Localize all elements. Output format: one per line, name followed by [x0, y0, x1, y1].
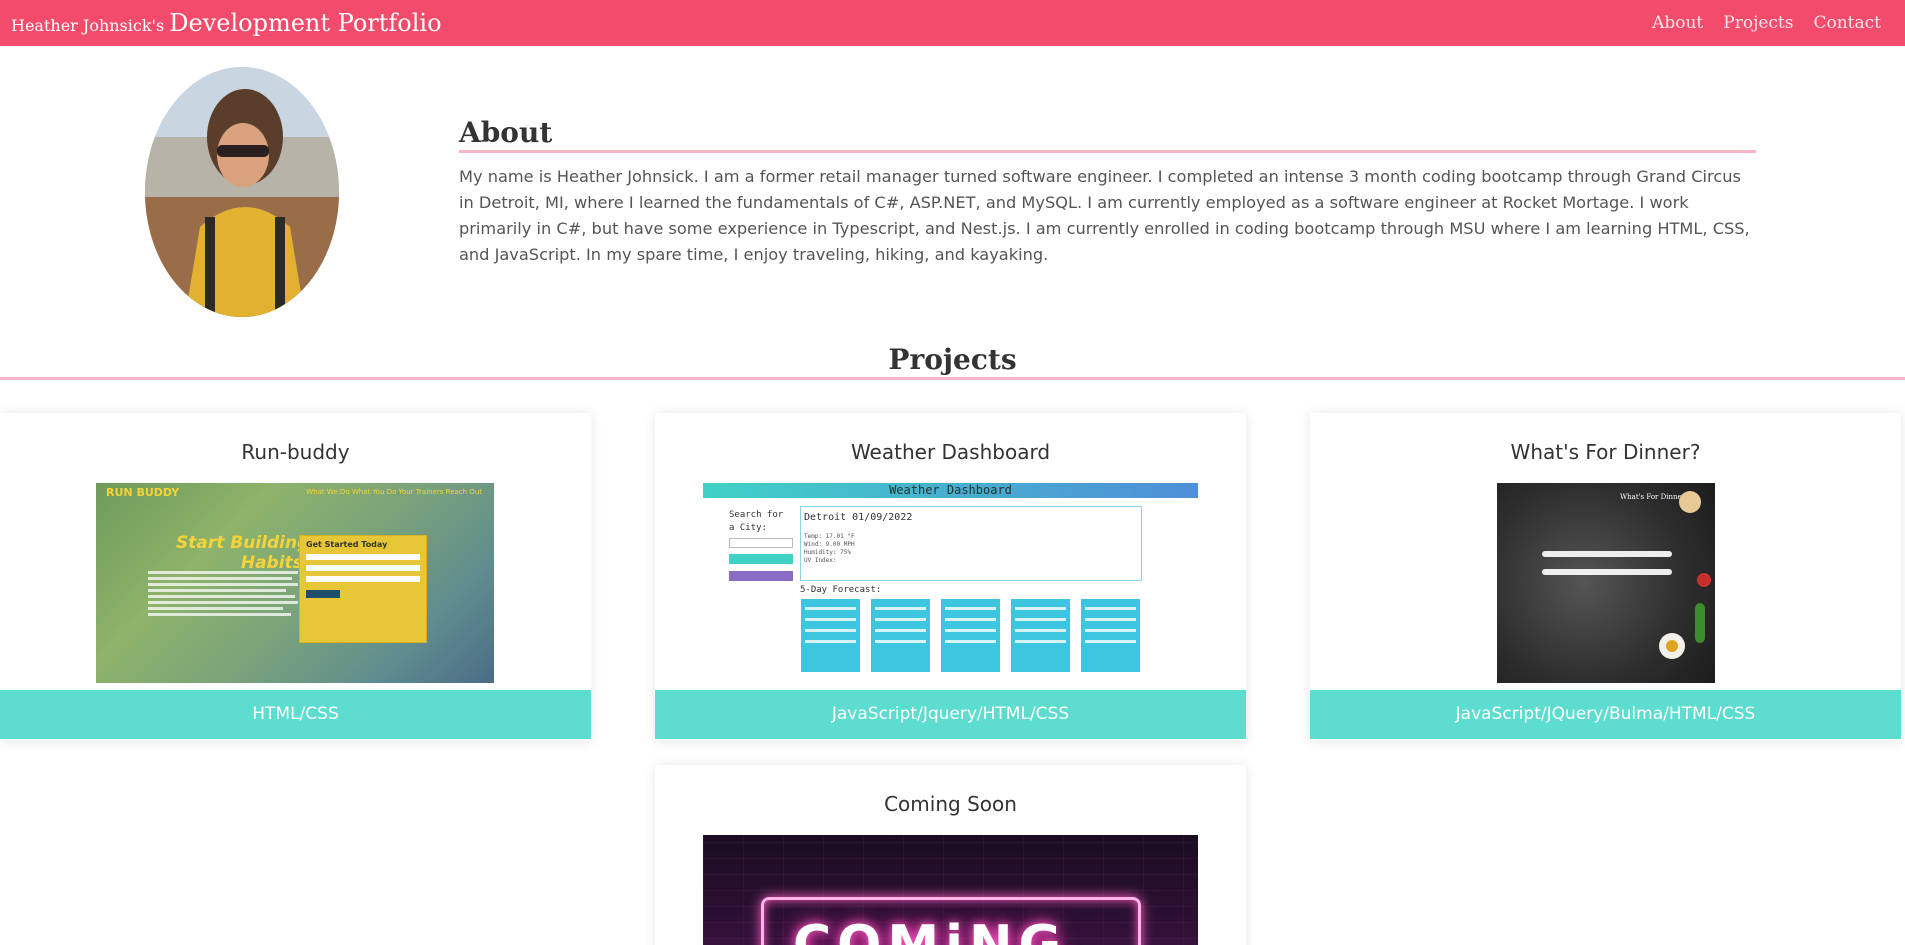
shot-logo: RUN BUDDY [106, 486, 180, 499]
about-heading: About [459, 115, 1756, 153]
shot-forecast-title: 5-Day Forecast: [800, 585, 882, 595]
project-card-weather-dashboard[interactable]: Weather Dashboard Weather Dashboard Sear… [655, 413, 1246, 740]
project-tech-footer: JavaScript/Jquery/HTML/CSS [655, 690, 1246, 739]
project-card-run-buddy[interactable]: Run-buddy RUN BUDDY What We Do What You … [0, 413, 591, 740]
shot-neon-word: COMiNG [793, 915, 1068, 945]
projects-heading: Projects [0, 342, 1905, 380]
top-navbar: Heather Johnsick's Development Portfolio… [0, 0, 1905, 46]
shot-nav: What We Do What You Do Your Trainers Rea… [306, 488, 482, 496]
shot-search-label-line-2: a City: [729, 523, 767, 533]
shot-forecast-day [941, 599, 1000, 672]
nav-link-contact[interactable]: Contact [1813, 13, 1881, 33]
project-card-whats-for-dinner[interactable]: What's For Dinner? What's For Dinner Jav… [1310, 413, 1901, 740]
shot-input [1542, 551, 1672, 557]
site-brand[interactable]: Heather Johnsick's Development Portfolio [0, 9, 442, 37]
shot-search-label: Search for a City: [729, 509, 783, 535]
shot-text-lines [148, 571, 298, 619]
shot-forecast-day [801, 599, 860, 672]
profile-photo [145, 67, 339, 317]
project-title: Weather Dashboard [850, 440, 1051, 464]
shot-humidity: Humidity: 75% [804, 549, 851, 556]
shot-city: Detroit 01/09/2022 [804, 512, 913, 523]
shot-uv: UV Index: [804, 557, 837, 564]
shot-form: Get Started Today [299, 535, 427, 643]
shot-input [1542, 569, 1672, 575]
about-text: My name is Heather Johnsick. I am a form… [459, 167, 1750, 264]
nav-links: About Projects Contact [1652, 13, 1905, 33]
brand-title: Development Portfolio [169, 9, 442, 37]
shot-forecast-day [1011, 599, 1070, 672]
shot-headline: Start Building Habits. [176, 533, 309, 573]
shot-history-button [729, 571, 793, 581]
shot-wind: Wind: 9.00 MPH [804, 541, 855, 548]
shot-title-bar: Weather Dashboard [703, 483, 1198, 498]
shot-forecast-day [1081, 599, 1140, 672]
nav-link-projects[interactable]: Projects [1723, 13, 1793, 33]
project-title: What's For Dinner? [1510, 440, 1701, 464]
shot-current-weather: Detroit 01/09/2022 Temp: 17.01 °F Wind: … [800, 506, 1142, 581]
shot-form-title: Get Started Today [306, 540, 388, 549]
project-screenshot[interactable]: What's For Dinner [1497, 483, 1715, 683]
shot-temp: Temp: 17.01 °F [804, 533, 855, 540]
shot-title: What's For Dinner [1619, 493, 1685, 501]
shot-decoration [1697, 573, 1711, 587]
project-card-coming-soon[interactable]: Coming Soon COMiNG [655, 765, 1246, 945]
project-tech-footer: JavaScript/JQuery/Bulma/HTML/CSS [1310, 690, 1901, 739]
shot-decoration [1679, 491, 1701, 513]
shot-headline-line-2: Habits. [240, 553, 310, 573]
project-title: Coming Soon [884, 792, 1017, 816]
shot-headline-line-1: Start Building [176, 533, 310, 553]
shot-search-input [729, 538, 793, 548]
project-tech-footer: HTML/CSS [0, 690, 591, 739]
shot-search-button [729, 554, 793, 564]
shot-forecast-day [871, 599, 930, 672]
project-screenshot[interactable]: RUN BUDDY What We Do What You Do Your Tr… [96, 483, 494, 683]
shot-search-label-line-1: Search for [729, 510, 784, 520]
project-screenshot[interactable]: COMiNG [703, 835, 1198, 945]
project-screenshot[interactable]: Weather Dashboard Search for a City: Det… [703, 483, 1198, 683]
shot-decoration [1666, 640, 1678, 652]
project-title: Run-buddy [241, 440, 350, 464]
brand-owner: Heather Johnsick's [11, 16, 165, 35]
shot-decoration [1695, 603, 1705, 643]
nav-link-about[interactable]: About [1652, 13, 1703, 33]
